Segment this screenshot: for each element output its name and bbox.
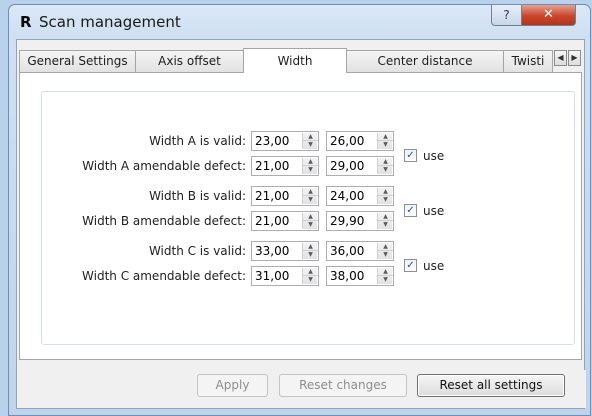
spin-up-icon[interactable]: ▲ [303,188,318,196]
spin-up-icon[interactable]: ▲ [378,243,393,251]
spinner-value: 21,00 [255,214,290,228]
dialog-window: R Scan management ? ✕ General Settings A… [8,4,591,416]
reset-changes-button[interactable]: Reset changes [279,374,407,397]
width-b-valid-min-spinner[interactable]: 21,00 ▲ ▼ [251,186,319,206]
spin-up-icon[interactable]: ▲ [303,158,318,166]
width-b-use-label: use [423,204,445,218]
spinner-value: 23,00 [255,134,290,148]
width-settings-group: Width A is valid: 23,00 ▲ ▼ 26,00 ▲ ▼ Wi… [41,91,575,345]
spinner-buttons[interactable]: ▲ ▼ [302,213,318,229]
apply-button[interactable]: Apply [197,374,268,397]
spin-up-icon[interactable]: ▲ [378,158,393,166]
spinner-value: 24,00 [330,189,365,203]
spin-up-icon[interactable]: ▲ [378,188,393,196]
app-logo-icon: R [20,13,32,31]
dialog-client-area: General Settings Axis offset Width Cente… [16,39,586,409]
spinner-value: 26,00 [330,134,365,148]
spinner-buttons[interactable]: ▲ ▼ [302,268,318,284]
spinner-buttons[interactable]: ▲ ▼ [302,158,318,174]
spinner-buttons[interactable]: ▲ ▼ [377,268,393,284]
button-bar: Apply Reset changes Reset all settings [17,370,586,408]
spinner-value: 21,00 [255,159,290,173]
close-icon: ✕ [543,7,554,22]
width-c-defect-label: Width C amendable defect: [82,269,246,283]
spin-up-icon[interactable]: ▲ [303,243,318,251]
width-c-use-checkbox[interactable]: ✓ [404,259,417,272]
close-button[interactable]: ✕ [521,5,576,26]
window-background: R Scan management ? ✕ General Settings A… [0,0,592,416]
spin-down-icon[interactable]: ▼ [378,141,393,149]
spin-up-icon[interactable]: ▲ [303,213,318,221]
spinner-buttons[interactable]: ▲ ▼ [302,188,318,204]
width-b-use-checkbox[interactable]: ✓ [404,204,417,217]
spinner-buttons[interactable]: ▲ ▼ [377,213,393,229]
tab-axis-offset[interactable]: Axis offset [135,50,244,72]
width-a-valid-label: Width A is valid: [149,134,246,148]
spin-down-icon[interactable]: ▼ [303,276,318,284]
reset-all-settings-button[interactable]: Reset all settings [417,374,565,397]
spinner-value: 38,00 [330,269,365,283]
spinner-buttons[interactable]: ▲ ▼ [302,133,318,149]
help-button[interactable]: ? [491,5,522,26]
width-b-valid-max-spinner[interactable]: 24,00 ▲ ▼ [326,186,394,206]
spin-up-icon[interactable]: ▲ [303,268,318,276]
spinner-buttons[interactable]: ▲ ▼ [377,188,393,204]
tab-scroll-right-icon[interactable]: ▶ [568,50,581,66]
width-b-defect-min-spinner[interactable]: 21,00 ▲ ▼ [251,211,319,231]
width-tab-panel: Width A is valid: 23,00 ▲ ▼ 26,00 ▲ ▼ Wi… [19,72,582,360]
width-b-valid-label: Width B is valid: [149,189,246,203]
tab-general-settings[interactable]: General Settings [19,50,136,72]
spin-down-icon[interactable]: ▼ [378,221,393,229]
spinner-value: 31,00 [255,269,290,283]
width-c-defect-max-spinner[interactable]: 38,00 ▲ ▼ [326,266,394,286]
spin-up-icon[interactable]: ▲ [303,133,318,141]
tab-center-distance[interactable]: Center distance [346,50,504,72]
width-c-valid-max-spinner[interactable]: 36,00 ▲ ▼ [326,241,394,261]
width-a-defect-label: Width A amendable defect: [82,159,246,173]
width-a-defect-max-spinner[interactable]: 29,00 ▲ ▼ [326,156,394,176]
width-a-use-checkbox[interactable]: ✓ [404,149,417,162]
spin-up-icon[interactable]: ▲ [378,213,393,221]
width-b-defect-max-spinner[interactable]: 29,90 ▲ ▼ [326,211,394,231]
tab-strip: General Settings Axis offset Width Cente… [17,48,586,73]
help-icon: ? [503,8,510,22]
spin-down-icon[interactable]: ▼ [378,276,393,284]
spinner-value: 33,00 [255,244,290,258]
spinner-value: 29,90 [330,214,365,228]
window-title: Scan management [39,13,181,31]
width-a-valid-max-spinner[interactable]: 26,00 ▲ ▼ [326,131,394,151]
tab-width[interactable]: Width [243,48,347,73]
width-c-valid-label: Width C is valid: [148,244,246,258]
width-c-use-label: use [423,259,445,273]
spinner-value: 36,00 [330,244,365,258]
spin-down-icon[interactable]: ▼ [303,251,318,259]
spin-down-icon[interactable]: ▼ [378,196,393,204]
spin-up-icon[interactable]: ▲ [378,268,393,276]
spinner-value: 21,00 [255,189,290,203]
spin-down-icon[interactable]: ▼ [303,196,318,204]
width-a-valid-min-spinner[interactable]: 23,00 ▲ ▼ [251,131,319,151]
spin-up-icon[interactable]: ▲ [378,133,393,141]
spinner-buttons[interactable]: ▲ ▼ [377,158,393,174]
width-a-use-label: use [423,149,445,163]
spin-down-icon[interactable]: ▼ [303,166,318,174]
width-c-defect-min-spinner[interactable]: 31,00 ▲ ▼ [251,266,319,286]
tab-twisting[interactable]: Twisti [503,50,553,72]
spin-down-icon[interactable]: ▼ [378,251,393,259]
spinner-value: 29,00 [330,159,365,173]
tab-scroll-left-icon[interactable]: ◀ [554,50,567,66]
spin-down-icon[interactable]: ▼ [378,166,393,174]
width-b-defect-label: Width B amendable defect: [82,214,246,228]
spin-down-icon[interactable]: ▼ [303,141,318,149]
spinner-buttons[interactable]: ▲ ▼ [377,133,393,149]
width-a-defect-min-spinner[interactable]: 21,00 ▲ ▼ [251,156,319,176]
spinner-buttons[interactable]: ▲ ▼ [377,243,393,259]
spinner-buttons[interactable]: ▲ ▼ [302,243,318,259]
spin-down-icon[interactable]: ▼ [303,221,318,229]
title-bar[interactable]: R Scan management ? ✕ [9,5,590,39]
width-c-valid-min-spinner[interactable]: 33,00 ▲ ▼ [251,241,319,261]
